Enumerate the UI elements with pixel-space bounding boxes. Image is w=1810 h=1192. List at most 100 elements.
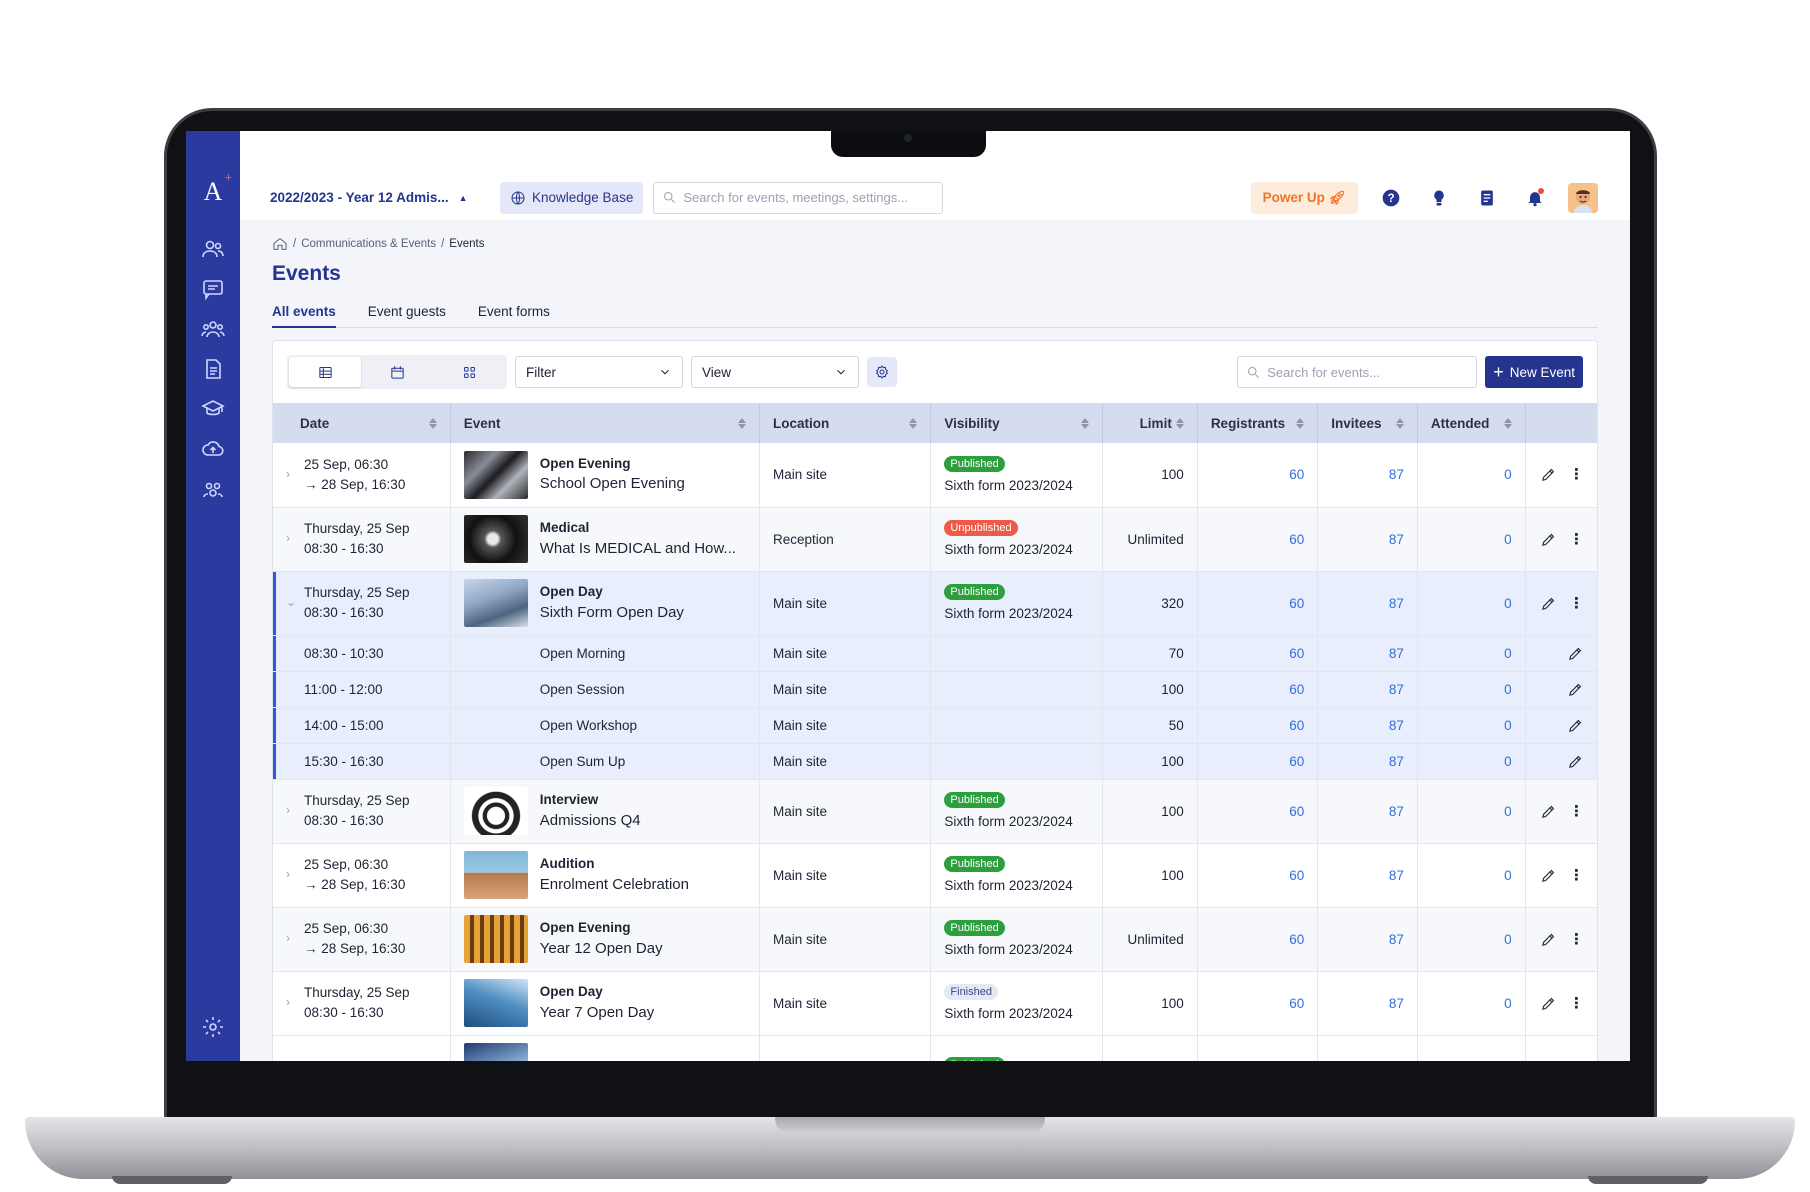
session-row[interactable]: 11:00 - 12:00 Open Session Main site 100 60 8… — [273, 671, 1597, 708]
more-icon[interactable]: ⋮ — [1569, 868, 1584, 883]
registrants-link[interactable]: 60 — [1197, 743, 1319, 780]
knowledge-base-button[interactable]: Knowledge Base — [500, 181, 644, 214]
column-header-event[interactable]: Event — [450, 403, 760, 443]
chevron-right-icon[interactable]: › — [286, 994, 296, 1011]
filter-select[interactable]: Filter — [515, 356, 683, 388]
chevron-down-icon[interactable]: ⌄ — [286, 594, 296, 611]
edit-icon[interactable] — [1540, 595, 1557, 612]
chevron-right-icon[interactable]: › — [286, 930, 296, 947]
edit-icon[interactable] — [1567, 681, 1584, 698]
registrants-link[interactable]: 60 — [1197, 707, 1319, 744]
invitees-link[interactable]: 87 — [1317, 443, 1418, 508]
more-icon[interactable]: ⋮ — [1569, 804, 1584, 819]
attended-link[interactable]: 0 — [1417, 671, 1526, 708]
edit-icon[interactable] — [1540, 931, 1557, 948]
cloud-upload-icon[interactable] — [186, 429, 240, 469]
session-row[interactable]: 08:30 - 10:30 Open Morning Main site 70 60 87… — [273, 635, 1597, 672]
edit-icon[interactable] — [1540, 1059, 1557, 1062]
registrants-link[interactable]: 60 — [1197, 843, 1319, 908]
sort-icon[interactable] — [1080, 417, 1089, 429]
table-row[interactable]: › Thursday, 25 Sep Trial Visit Published ⋮ — [273, 1035, 1597, 1061]
registrants-link[interactable]: 60 — [1197, 635, 1319, 672]
table-row[interactable]: ⌄ Thursday, 25 Sep 08:30 - 16:30 Open Day Si… — [273, 571, 1597, 636]
settings-icon[interactable] — [186, 1007, 240, 1047]
attended-link[interactable]: 0 — [1417, 635, 1526, 672]
more-icon[interactable]: ⋮ — [1569, 596, 1584, 611]
tab-all-events[interactable]: All events — [272, 304, 336, 328]
settings-group-icon[interactable] — [186, 469, 240, 509]
table-row[interactable]: › 25 Sep, 06:30 → 28 Sep, 16:30 Audition Enr… — [273, 843, 1597, 908]
registrants-link[interactable] — [1197, 1035, 1319, 1061]
attended-link[interactable]: 0 — [1417, 743, 1526, 780]
breadcrumb-communications[interactable]: Communications & Events — [301, 238, 436, 250]
invitees-link[interactable]: 87 — [1317, 707, 1418, 744]
registrants-link[interactable]: 60 — [1197, 907, 1319, 972]
session-row[interactable]: 14:00 - 15:00 Open Workshop Main site 50 60 8… — [273, 707, 1597, 744]
chevron-right-icon[interactable]: › — [286, 866, 296, 883]
invitees-link[interactable]: 87 — [1317, 843, 1418, 908]
view-select[interactable]: View — [691, 356, 859, 388]
column-header-registrants[interactable]: Registrants — [1197, 403, 1319, 443]
attended-link[interactable]: 0 — [1417, 707, 1526, 744]
lightbulb-icon[interactable] — [1424, 183, 1454, 213]
table-view-button[interactable] — [289, 357, 361, 387]
edit-icon[interactable] — [1540, 867, 1557, 884]
tab-event-forms[interactable]: Event forms — [478, 304, 550, 327]
column-header-limit[interactable]: Limit — [1102, 403, 1198, 443]
help-icon[interactable]: ? — [1376, 183, 1406, 213]
calendar-view-button[interactable] — [361, 357, 433, 387]
registrants-link[interactable]: 60 — [1197, 571, 1319, 636]
column-header-date[interactable]: Date — [273, 403, 451, 443]
more-icon[interactable]: ⋮ — [1569, 1060, 1584, 1062]
more-icon[interactable]: ⋮ — [1569, 467, 1584, 482]
edit-icon[interactable] — [1540, 803, 1557, 820]
column-header-attended[interactable]: Attended — [1417, 403, 1526, 443]
sort-icon[interactable] — [909, 417, 918, 429]
sort-icon[interactable] — [737, 417, 746, 429]
registrants-link[interactable]: 60 — [1197, 507, 1319, 572]
invitees-link[interactable]: 87 — [1317, 671, 1418, 708]
invitees-link[interactable]: 87 — [1317, 779, 1418, 844]
avatar[interactable] — [1568, 182, 1598, 213]
app-logo[interactable]: A + — [204, 171, 233, 207]
graduation-cap-icon[interactable] — [186, 389, 240, 429]
more-icon[interactable]: ⋮ — [1569, 996, 1584, 1011]
sort-icon[interactable] — [1395, 417, 1404, 429]
invitees-link[interactable]: 87 — [1317, 571, 1418, 636]
chevron-right-icon[interactable]: › — [286, 1058, 296, 1061]
attended-link[interactable]: 0 — [1417, 843, 1526, 908]
tab-event-guests[interactable]: Event guests — [368, 304, 446, 327]
messages-icon[interactable] — [186, 269, 240, 309]
table-row[interactable]: › Thursday, 25 Sep 08:30 - 16:30 Medical Wha… — [273, 507, 1597, 572]
column-header-invitees[interactable]: Invitees — [1317, 403, 1418, 443]
table-row[interactable]: › Thursday, 25 Sep 08:30 - 16:30 Interview A… — [273, 779, 1597, 844]
invitees-link[interactable]: 87 — [1317, 971, 1418, 1036]
registrants-link[interactable]: 60 — [1197, 971, 1319, 1036]
attended-link[interactable]: 0 — [1417, 571, 1526, 636]
edit-icon[interactable] — [1567, 645, 1584, 662]
invitees-link[interactable]: 87 — [1317, 635, 1418, 672]
event-name[interactable]: Year 7 Open Day — [540, 1002, 655, 1023]
edit-icon[interactable] — [1567, 717, 1584, 734]
table-settings-button[interactable] — [867, 357, 897, 387]
edit-icon[interactable] — [1540, 995, 1557, 1012]
sort-icon[interactable] — [1175, 417, 1184, 429]
year-selector[interactable]: 2022/2023 - Year 12 Admis... ▲︎ — [270, 190, 490, 205]
registrants-link[interactable]: 60 — [1197, 671, 1319, 708]
attended-link[interactable]: 0 — [1417, 443, 1526, 508]
home-icon[interactable] — [272, 236, 288, 252]
sort-icon[interactable] — [1296, 417, 1305, 429]
document-icon[interactable] — [186, 349, 240, 389]
table-row[interactable]: › 25 Sep, 06:30 → 28 Sep, 16:30 Open Evenin… — [273, 443, 1597, 508]
sort-icon[interactable] — [428, 417, 437, 429]
registrants-link[interactable]: 60 — [1197, 443, 1319, 508]
column-header-visibility[interactable]: Visibility — [930, 403, 1103, 443]
new-event-button[interactable]: + New Event — [1485, 356, 1583, 388]
more-icon[interactable]: ⋮ — [1569, 932, 1584, 947]
event-name[interactable]: School Open Evening — [540, 473, 685, 494]
event-name[interactable]: Enrolment Celebration — [540, 874, 689, 895]
edit-icon[interactable] — [1567, 753, 1584, 770]
invitees-link[interactable]: 87 — [1317, 507, 1418, 572]
edit-icon[interactable] — [1540, 531, 1557, 548]
event-name[interactable]: Year 12 Open Day — [540, 938, 663, 959]
